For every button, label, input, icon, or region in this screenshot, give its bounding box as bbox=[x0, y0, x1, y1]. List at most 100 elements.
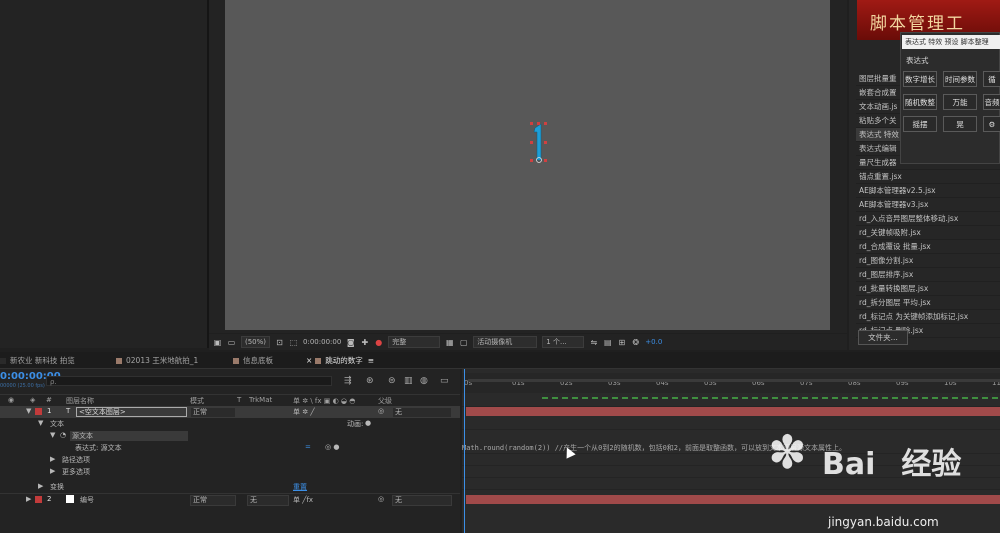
monitor-icon[interactable]: ▭ bbox=[227, 338, 236, 347]
btn-audio[interactable]: 音频 bbox=[983, 94, 1000, 110]
flowchart-icon[interactable]: ⊞ bbox=[617, 338, 626, 347]
files-button[interactable]: 文件夹... bbox=[858, 330, 908, 345]
script-item[interactable]: rd_拆分图层 平均.jsx bbox=[856, 296, 1000, 310]
show-snapshot-icon[interactable]: ✚ bbox=[360, 338, 369, 347]
mask-icon[interactable]: ▢ bbox=[459, 338, 468, 347]
path-options-row[interactable]: ▶ 路径选项 bbox=[0, 454, 460, 466]
fast-preview-icon[interactable]: ⇋ bbox=[589, 338, 598, 347]
viewer-timecode[interactable]: 0:00:00:00 bbox=[303, 338, 341, 346]
work-area-bar[interactable] bbox=[468, 379, 1000, 382]
draft-3d-icon[interactable]: ⊛ bbox=[366, 376, 374, 386]
expression-row[interactable]: 表达式: 源文本 = ◎ ● bbox=[0, 442, 460, 454]
switch-fx-icon[interactable]: 单 ╱fx bbox=[293, 495, 313, 505]
camera-dropdown[interactable]: 活动摄像机 bbox=[473, 336, 538, 348]
collapse-arrow-icon[interactable]: ▶ bbox=[38, 482, 43, 490]
script-item[interactable]: AE脚本管理器v3.jsx bbox=[856, 198, 1000, 212]
views-dropdown[interactable]: 1 个... bbox=[542, 336, 585, 348]
script-item[interactable]: rd_图层排序.jsx bbox=[856, 268, 1000, 282]
expand-arrow-icon[interactable]: ▼ bbox=[26, 407, 31, 415]
shy-switch-icon[interactable]: 单 ✲ ╱ bbox=[293, 407, 315, 417]
blend-mode-dropdown[interactable]: 正常 bbox=[190, 495, 236, 506]
comp-flow-icon[interactable]: ⇶ bbox=[344, 376, 352, 386]
btn-loop[interactable]: 循 bbox=[983, 71, 1000, 87]
collapse-arrow-icon[interactable]: ▶ bbox=[50, 455, 55, 463]
btn-shake[interactable]: 晃 bbox=[943, 116, 977, 132]
btn-number-increase[interactable]: 数字增长 bbox=[903, 71, 937, 87]
reset-link[interactable]: 重置 bbox=[293, 482, 307, 492]
animate-label[interactable]: 动画: bbox=[347, 419, 363, 429]
btn-settings-icon[interactable]: ⚙ bbox=[983, 116, 1000, 132]
zoom-dropdown[interactable]: (50%) bbox=[241, 336, 271, 348]
region-icon[interactable]: ⬚ bbox=[289, 338, 298, 347]
render-cache-indicator bbox=[542, 397, 1000, 399]
playhead[interactable] bbox=[464, 369, 465, 533]
tab-new-agriculture[interactable]: 新农业 新科技 拍览 bbox=[0, 355, 75, 367]
btn-time-param[interactable]: 时间参数 bbox=[943, 71, 977, 87]
resolution-dropdown[interactable]: 完整 bbox=[388, 336, 441, 348]
layer-search-input[interactable]: ρ. bbox=[46, 376, 332, 386]
tab-corn-aerial[interactable]: 02013 王米地航拍_1 bbox=[116, 355, 198, 367]
paw-icon: ✽ bbox=[768, 425, 807, 479]
label-color-swatch[interactable] bbox=[35, 496, 42, 503]
reset-exposure-icon[interactable]: ❂ bbox=[631, 338, 640, 347]
solid-layer-icon bbox=[66, 495, 74, 503]
collapse-arrow-icon[interactable]: ▶ bbox=[50, 467, 55, 475]
exposure-value[interactable]: +0.0 bbox=[645, 338, 662, 346]
watermark-brand: Bai 经验 bbox=[822, 439, 961, 483]
tab-jumping-numbers[interactable]: × 跳动的数字 ≡ bbox=[306, 355, 374, 367]
selected-text-layer[interactable] bbox=[528, 122, 548, 164]
layer-number: 2 bbox=[47, 495, 52, 503]
script-item[interactable]: rd_标记点 为关键帧添加标记.jsx bbox=[856, 310, 1000, 324]
pickwhip-icon[interactable]: ◎ bbox=[378, 407, 384, 415]
expression-enable-toggle[interactable]: = bbox=[305, 443, 311, 451]
stopwatch-icon[interactable]: ◔ bbox=[60, 431, 66, 439]
color-channel-icon[interactable]: ● bbox=[374, 338, 383, 347]
tab-label: 新农业 新科技 拍览 bbox=[10, 356, 75, 365]
layer-row-2[interactable]: ▶ 2 编号 正常 无 单 ╱fx ◎ 无 bbox=[0, 493, 460, 506]
layer-name[interactable]: 编号 bbox=[80, 495, 94, 505]
frame-blend-icon[interactable]: ▥ bbox=[404, 376, 413, 386]
transform-row[interactable]: ▶ 变换 重置 bbox=[0, 481, 460, 493]
close-icon[interactable]: × bbox=[306, 356, 312, 365]
layer-name-field[interactable]: <空文本图层> bbox=[76, 407, 187, 417]
timeline-icon[interactable]: ▤ bbox=[603, 338, 612, 347]
menu-icon[interactable]: ≡ bbox=[368, 356, 374, 365]
blend-mode-dropdown[interactable]: 正常 bbox=[190, 407, 236, 418]
collapse-arrow-icon[interactable]: ▶ bbox=[26, 495, 31, 503]
btn-universal[interactable]: 万能 bbox=[943, 94, 977, 110]
pickwhip-icon[interactable]: ◎ bbox=[378, 495, 384, 503]
trkmat-dropdown[interactable]: 无 bbox=[247, 495, 289, 506]
shy-icon[interactable]: ⊜ bbox=[388, 376, 396, 386]
btn-random-int[interactable]: 随机数整 bbox=[903, 94, 937, 110]
expand-arrow-icon[interactable]: ▼ bbox=[50, 431, 55, 439]
script-item[interactable]: rd_关键帧吸附.jsx bbox=[856, 226, 1000, 240]
expand-arrow-icon[interactable]: ▼ bbox=[38, 419, 43, 427]
fit-icon[interactable]: ⊡ bbox=[275, 338, 284, 347]
parent-dropdown[interactable]: 无 bbox=[392, 495, 452, 506]
source-text-row[interactable]: ▼ ◔ 源文本 bbox=[0, 430, 460, 442]
motion-blur-icon[interactable]: ◍ bbox=[420, 376, 428, 386]
script-item[interactable]: rd_批量转换图层.jsx bbox=[856, 282, 1000, 296]
label-color-swatch[interactable] bbox=[35, 408, 42, 415]
btn-wiggle[interactable]: 摇摆 bbox=[903, 116, 937, 132]
time-ruler[interactable]: 0s01s02s03s04s05s06s07s08s09s10s11s bbox=[462, 373, 1000, 393]
play-icon[interactable]: ● bbox=[365, 419, 371, 427]
text-property-group[interactable]: ▼ 文本 动画: ● bbox=[0, 418, 460, 430]
script-item[interactable]: AE脚本管理器v2.5.jsx bbox=[856, 184, 1000, 198]
expression-pickwhip-icon[interactable]: ◎ ● bbox=[325, 443, 339, 451]
layer-1-duration-bar[interactable] bbox=[466, 407, 1000, 416]
camera-snapshot-icon[interactable]: ◙ bbox=[346, 338, 355, 347]
script-item[interactable]: rd_合成覆设 批量.jsx bbox=[856, 240, 1000, 254]
transparency-grid-icon[interactable]: ▦ bbox=[445, 338, 454, 347]
graph-editor-icon[interactable]: ▭ bbox=[440, 376, 449, 386]
tab-info-board[interactable]: 信息底板 bbox=[233, 355, 273, 367]
layer-row-1[interactable]: ▼ 1 T <空文本图层> 正常 单 ✲ ╱ ◎ 无 bbox=[0, 406, 460, 418]
script-item[interactable]: rd_入点音异图层整体移动.jsx bbox=[856, 212, 1000, 226]
more-options-row[interactable]: ▶ 更多选项 bbox=[0, 466, 460, 478]
script-item[interactable]: rd_图像分割.jsx bbox=[856, 254, 1000, 268]
parent-dropdown[interactable]: 无 bbox=[392, 407, 452, 418]
composition-viewer bbox=[209, 0, 847, 333]
script-item[interactable]: 锚点重置.jsx bbox=[856, 170, 1000, 184]
composition-canvas[interactable] bbox=[225, 0, 830, 330]
always-preview-icon[interactable]: ▣ bbox=[213, 338, 222, 347]
